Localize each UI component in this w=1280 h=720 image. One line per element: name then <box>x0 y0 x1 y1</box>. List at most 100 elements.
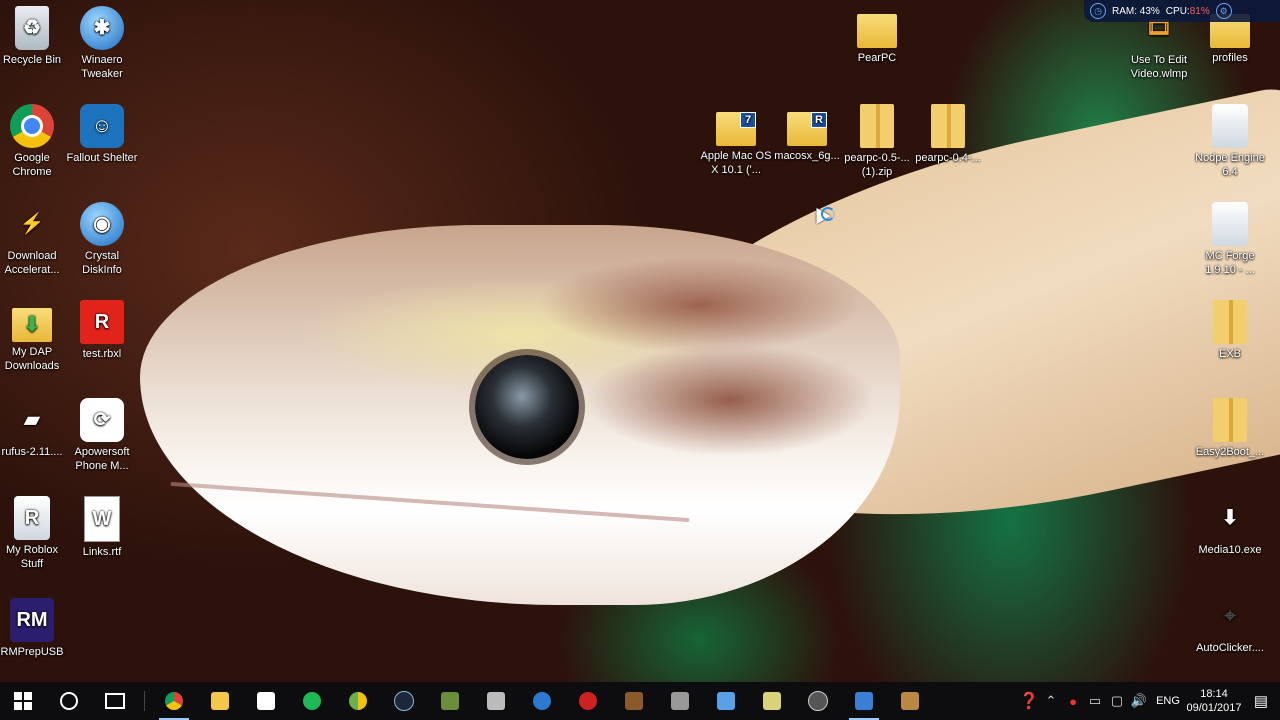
taskbar-terminal[interactable] <box>749 682 795 720</box>
taskbar-red-app[interactable] <box>565 682 611 720</box>
task-view-button[interactable] <box>92 682 138 720</box>
desktop-icon-pearpc-04[interactable]: pearpc-0.4-... <box>912 104 984 165</box>
start-button[interactable] <box>0 682 46 720</box>
taskbar-winrar[interactable] <box>887 682 933 720</box>
cpu-usage: 81% <box>1189 5 1210 17</box>
zip-folder-icon <box>860 104 894 148</box>
cortana-button[interactable] <box>46 682 92 720</box>
folder-icon <box>857 14 897 48</box>
fallout-shelter-icon: ☺ <box>80 104 124 148</box>
desktop-icon-label: test.rbxl <box>82 348 122 360</box>
desktop-background: ♻ Recycle Bin ✱ Winaero Tweaker Google C… <box>0 0 1280 682</box>
desktop-icon-exb[interactable]: EXB <box>1194 300 1266 361</box>
document-icon <box>1212 202 1248 246</box>
rufus-icon: ▰ <box>24 409 40 431</box>
desktop-icon-pearpc[interactable]: PearPC <box>841 6 913 65</box>
system-monitor-widget[interactable]: ◷ RAM: 43% CPU: 81% ⚙ <box>1084 0 1280 22</box>
desktop-icon-easy2boot[interactable]: Easy2Boot_... <box>1194 398 1266 459</box>
roblox-folder-icon: R <box>14 496 50 540</box>
desktop-icon-label: profiles <box>1212 52 1248 64</box>
desktop-icon-label: Apowersoft Phone M... <box>74 446 130 472</box>
action-center-icon[interactable]: ▤ <box>1242 692 1280 710</box>
archive-badge: R <box>811 112 827 128</box>
desktop-icon-chrome[interactable]: Google Chrome <box>0 104 68 179</box>
desktop-icon-label: Apple Mac OS X 10.1 ('... <box>700 150 772 176</box>
desktop-icon-nodpe-engine[interactable]: Nodpe Engine 6.4 <box>1194 104 1266 179</box>
desktop-icon-recycle-bin[interactable]: ♻ Recycle Bin <box>0 6 68 67</box>
desktop-icon-label: PearPC <box>857 52 897 64</box>
desktop-icon-label: Easy2Boot_... <box>1195 446 1265 458</box>
taskbar-cube[interactable] <box>703 682 749 720</box>
desktop-icon-test-rbxl[interactable]: R test.rbxl <box>66 300 138 361</box>
taskbar-file-explorer[interactable] <box>197 682 243 720</box>
taskbar-spotify[interactable] <box>289 682 335 720</box>
desktop-icon-media10[interactable]: ⬇ Media10.exe <box>1194 496 1266 557</box>
help-icon[interactable]: ❓ <box>1018 691 1040 711</box>
clock[interactable]: 18:14 09/01/2017 <box>1186 687 1242 715</box>
network-icon[interactable]: ▭ <box>1084 693 1106 709</box>
zip-folder-icon <box>931 104 965 148</box>
taskbar-chrome-canary[interactable] <box>335 682 381 720</box>
desktop-icon-label: RMPrepUSB <box>0 646 64 658</box>
desktop-icon-links-rtf[interactable]: W Links.rtf <box>66 496 138 559</box>
desktop-icon-label: Use To Edit Video.wlmp <box>1130 54 1188 80</box>
zip-folder-icon <box>1213 398 1247 442</box>
desktop-icon-fallout[interactable]: ☺ Fallout Shelter <box>66 104 138 165</box>
desktop-icon-autoclicker[interactable]: ⌖ AutoClicker.... <box>1194 594 1266 655</box>
device-icon[interactable]: ▢ <box>1106 693 1128 709</box>
desktop-icon-download-accelerator[interactable]: ⚡ Download Accelerat... <box>0 202 68 277</box>
cube-icon <box>717 692 735 710</box>
desktop-icon-rufus[interactable]: ▰ rufus-2.11.... <box>0 398 68 459</box>
antivirus-icon[interactable]: ● <box>1062 694 1084 709</box>
taskbar-separator <box>144 691 145 711</box>
desktop-icon-label: My DAP Downloads <box>4 346 60 372</box>
taskbar-tool[interactable] <box>473 682 519 720</box>
desktop-icon-label: MC Forge 1.9.10 - ... <box>1205 250 1255 276</box>
terminal-icon <box>763 692 781 710</box>
desktop-icon-mc-forge[interactable]: MC Forge 1.9.10 - ... <box>1194 202 1266 277</box>
crystal-diskinfo-icon: ◉ <box>80 202 124 246</box>
taskbar-steam[interactable] <box>381 682 427 720</box>
taskbar-minecraft-block[interactable] <box>611 682 657 720</box>
winaero-tweaker-icon: ✱ <box>80 6 124 50</box>
minecraft-block-icon <box>625 692 643 710</box>
desktop-icon-label: Download Accelerat... <box>4 250 60 276</box>
taskbar-virtualbox[interactable] <box>795 682 841 720</box>
red-app-icon <box>579 692 597 710</box>
desktop-icon-macosx-6g[interactable]: R macosx_6g... <box>771 104 843 163</box>
desktop-icon-apple-mac-osx[interactable]: 7 Apple Mac OS X 10.1 ('... <box>700 104 772 177</box>
windows-logo-icon <box>14 692 32 710</box>
word-document-icon: W <box>84 496 120 542</box>
desktop-icon-crystal-diskinfo[interactable]: ◉ Crystal DiskInfo <box>66 202 138 277</box>
taskbar-game[interactable] <box>657 682 703 720</box>
desktop-icon-roblox-stuff[interactable]: R My Roblox Stuff <box>0 496 68 571</box>
autoclicker-icon: ⌖ <box>1224 605 1236 627</box>
monitor-settings-icon[interactable]: ⚙ <box>1215 3 1232 19</box>
desktop-icon-dap-downloads[interactable]: ⬇ My DAP Downloads <box>0 300 68 373</box>
desktop-icon-winaero[interactable]: ✱ Winaero Tweaker <box>66 6 138 81</box>
taskbar-chrome[interactable] <box>151 682 197 720</box>
show-hidden-icons-icon[interactable]: ⌃ <box>1040 693 1062 709</box>
system-tray: ❓ ⌃ ● ▭ ▢ 🔊 ENG 18:14 09/01/2017 ▤ <box>1018 682 1280 720</box>
taskbar-ccleaner[interactable] <box>519 682 565 720</box>
volume-icon[interactable]: 🔊 <box>1128 693 1150 709</box>
desktop-icon-pearpc-05-zip[interactable]: pearpc-0.5-... (1).zip <box>841 104 913 179</box>
ram-usage: RAM: 43% <box>1112 5 1160 17</box>
language-indicator[interactable]: ENG <box>1150 695 1186 707</box>
taskbar-minecraft[interactable] <box>427 682 473 720</box>
desktop-icon-label: Crystal DiskInfo <box>82 250 122 276</box>
taskbar-mail[interactable] <box>841 682 887 720</box>
mail-icon <box>855 692 873 710</box>
recycle-bin-icon: ♻ <box>15 6 49 50</box>
desktop-icon-label: Winaero Tweaker <box>81 54 123 80</box>
snake-eye-wallpaper <box>475 355 579 459</box>
taskbar-store[interactable] <box>243 682 289 720</box>
desktop-icon-label: Nodpe Engine 6.4 <box>1195 152 1265 178</box>
rar-archive-icon: R <box>787 112 827 146</box>
mouse-cursor <box>809 203 836 231</box>
desktop-icon-apowersoft[interactable]: ⟳ Apowersoft Phone M... <box>66 398 138 473</box>
dap-downloads-folder-icon: ⬇ <box>12 308 52 342</box>
download-accelerator-icon: ⚡ <box>19 213 45 235</box>
clock-date: 09/01/2017 <box>1186 702 1242 714</box>
desktop-icon-rmprepusb[interactable]: RM RMPrepUSB <box>0 598 68 659</box>
